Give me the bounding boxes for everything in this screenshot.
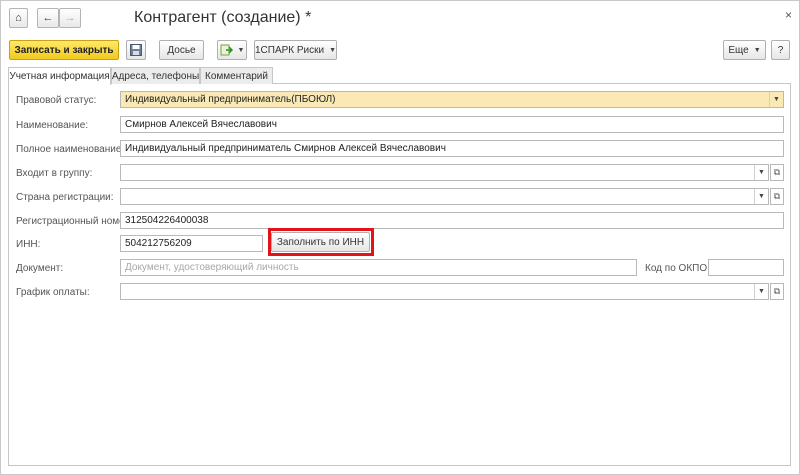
chevron-down-icon[interactable]: ▼ <box>754 165 768 180</box>
open-payment-schedule-button[interactable]: ⧉ <box>770 283 784 300</box>
country-label: Страна регистрации: <box>16 192 114 203</box>
legal-status-value: Индивидуальный предприниматель(ПБОЮЛ) <box>125 94 336 105</box>
tab-label: Учетная информация <box>9 71 110 82</box>
tab-comment[interactable]: Комментарий <box>200 67 273 84</box>
highlight-frame <box>268 228 374 256</box>
full-name-label: Полное наименование: <box>16 144 125 155</box>
chevron-down-icon[interactable]: ▼ <box>769 92 783 107</box>
save-and-close-label: Записать и закрыть <box>14 44 114 56</box>
name-field[interactable]: Смирнов Алексей Вячеславович <box>120 116 784 133</box>
save-button[interactable] <box>126 40 146 60</box>
close-icon: × <box>784 8 792 22</box>
payment-schedule-label: График оплаты: <box>16 287 90 298</box>
inn-value: 504212756209 <box>125 238 192 249</box>
chevron-down-icon: ▼ <box>237 46 245 54</box>
document-placeholder: Документ, удостоверяющий личность <box>125 262 299 273</box>
payment-schedule-select[interactable]: ▼ <box>120 283 769 300</box>
create-based-on-icon <box>220 44 233 56</box>
spark-risks-button[interactable]: 1СПАРК Риски ▼ <box>254 40 337 60</box>
group-select[interactable]: ▼ <box>120 164 769 181</box>
name-value: Смирнов Алексей Вячеславович <box>125 119 277 130</box>
floppy-disk-icon <box>130 44 142 56</box>
more-label: Еще <box>728 44 749 56</box>
dossier-label: Досье <box>167 44 196 56</box>
create-based-on-button[interactable]: ▼ <box>217 40 247 60</box>
open-link-icon: ⧉ <box>773 167 781 177</box>
legal-status-select[interactable]: Индивидуальный предприниматель(ПБОЮЛ) ▼ <box>120 91 784 108</box>
tab-label: Комментарий <box>205 70 268 82</box>
country-select[interactable]: ▼ <box>120 188 769 205</box>
spark-risks-label: 1СПАРК Риски <box>254 44 325 56</box>
chevron-down-icon: ▼ <box>329 46 337 54</box>
tabs-divider <box>199 83 791 84</box>
tab-label: Адреса, телефоны <box>111 70 200 82</box>
open-country-button[interactable]: ⧉ <box>770 188 784 205</box>
inn-label: ИНН: <box>16 239 41 250</box>
document-label: Документ: <box>16 263 64 274</box>
okpo-field[interactable] <box>708 259 784 276</box>
full-name-field[interactable]: Индивидуальный предприниматель Смирнов А… <box>120 140 784 157</box>
reg-number-field[interactable]: 312504226400038 <box>120 212 784 229</box>
chevron-down-icon: ▼ <box>753 46 761 54</box>
arrow-left-icon: ← <box>42 12 54 24</box>
close-button[interactable]: × <box>785 8 792 22</box>
document-field[interactable]: Документ, удостоверяющий личность <box>120 259 637 276</box>
group-label: Входит в группу: <box>16 168 93 179</box>
reg-number-value: 312504226400038 <box>125 215 209 226</box>
full-name-value: Индивидуальный предприниматель Смирнов А… <box>125 143 446 154</box>
save-and-close-button[interactable]: Записать и закрыть <box>9 40 119 60</box>
open-link-icon: ⧉ <box>773 286 781 296</box>
home-button[interactable]: ⌂ <box>9 8 28 28</box>
more-button[interactable]: Еще ▼ <box>723 40 766 60</box>
name-label: Наименование: <box>16 120 89 131</box>
arrow-right-icon: → <box>64 12 76 24</box>
reg-number-label: Регистрационный номер: <box>16 216 134 227</box>
help-icon: ? <box>777 44 784 56</box>
back-button[interactable]: ← <box>37 8 59 28</box>
window-title: Контрагент (создание) * <box>134 9 312 26</box>
home-icon: ⌂ <box>15 12 22 24</box>
forward-button[interactable]: → <box>59 8 81 28</box>
open-link-icon: ⧉ <box>773 191 781 201</box>
dossier-button[interactable]: Досье <box>159 40 204 60</box>
chevron-down-icon[interactable]: ▼ <box>754 284 768 299</box>
open-group-button[interactable]: ⧉ <box>770 164 784 181</box>
okpo-label: Код по ОКПО: <box>645 263 710 274</box>
chevron-down-icon[interactable]: ▼ <box>754 189 768 204</box>
tab-account-info[interactable]: Учетная информация <box>8 67 111 85</box>
help-button[interactable]: ? <box>771 40 790 60</box>
inn-field[interactable]: 504212756209 <box>120 235 263 252</box>
tab-addresses-phones[interactable]: Адреса, телефоны <box>111 67 200 84</box>
legal-status-label: Правовой статус: <box>16 95 97 106</box>
